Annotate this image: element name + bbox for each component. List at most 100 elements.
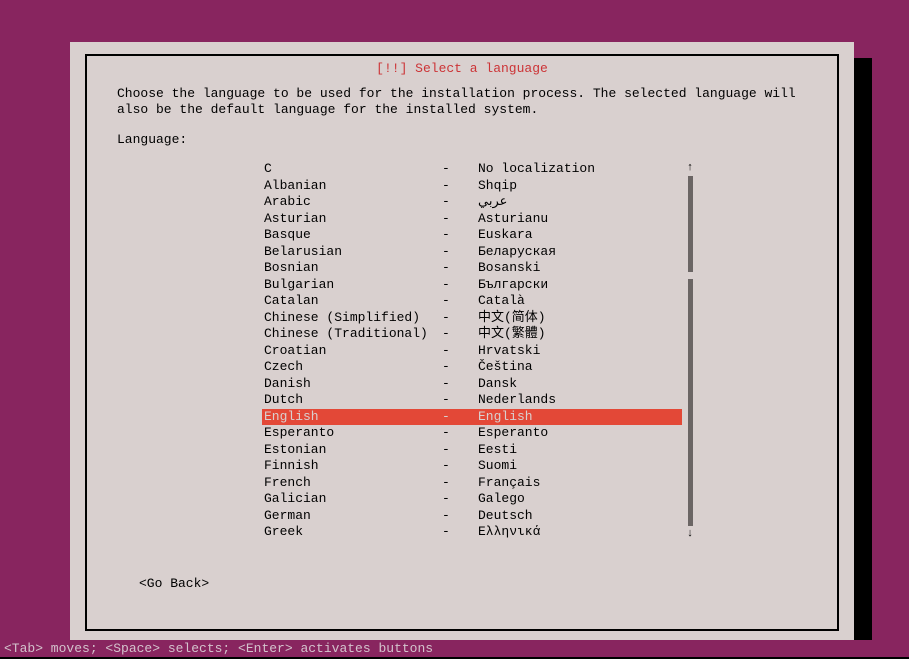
instruction-line: also be the default language for the ins…	[117, 102, 807, 118]
separator: -	[442, 475, 478, 492]
language-native: Galego	[478, 491, 682, 508]
language-name: English	[262, 409, 442, 426]
language-name: Chinese (Simplified)	[262, 310, 442, 327]
language-name: Catalan	[262, 293, 442, 310]
language-native: 中文(繁體)	[478, 326, 682, 343]
help-bar: <Tab> moves; <Space> selects; <Enter> ac…	[0, 640, 909, 657]
language-option[interactable]: Bosnian-Bosanski	[262, 260, 682, 277]
language-option[interactable]: Catalan-Català	[262, 293, 682, 310]
language-option[interactable]: Albanian-Shqip	[262, 178, 682, 195]
scroll-down-icon[interactable]: ↓	[687, 527, 694, 541]
language-name: German	[262, 508, 442, 525]
language-label: Language:	[117, 132, 807, 147]
separator: -	[442, 359, 478, 376]
language-name: Albanian	[262, 178, 442, 195]
language-name: Belarusian	[262, 244, 442, 261]
language-name: Asturian	[262, 211, 442, 228]
language-native: English	[478, 409, 682, 426]
language-native: Deutsch	[478, 508, 682, 525]
separator: -	[442, 376, 478, 393]
language-option[interactable]: Chinese (Traditional)-中文(繁體)	[262, 326, 682, 343]
separator: -	[442, 442, 478, 459]
language-option[interactable]: Arabic-عربي	[262, 194, 682, 211]
language-name: Croatian	[262, 343, 442, 360]
language-name: Dutch	[262, 392, 442, 409]
separator: -	[442, 524, 478, 541]
language-native: Български	[478, 277, 682, 294]
instruction-text: Choose the language to be used for the i…	[117, 86, 807, 117]
language-option[interactable]: Czech-Čeština	[262, 359, 682, 376]
language-native: Dansk	[478, 376, 682, 393]
language-option[interactable]: Dutch-Nederlands	[262, 392, 682, 409]
language-option[interactable]: Basque-Euskara	[262, 227, 682, 244]
separator: -	[442, 425, 478, 442]
scrollbar-track[interactable]	[688, 176, 693, 526]
language-option[interactable]: Croatian-Hrvatski	[262, 343, 682, 360]
language-native: Eesti	[478, 442, 682, 459]
language-native: Català	[478, 293, 682, 310]
language-option[interactable]: Chinese (Simplified)-中文(简体)	[262, 310, 682, 327]
language-name: Esperanto	[262, 425, 442, 442]
language-native: Hrvatski	[478, 343, 682, 360]
separator: -	[442, 409, 478, 426]
language-name: Finnish	[262, 458, 442, 475]
dialog-border: [!!] Select a language Choose the langua…	[85, 54, 839, 631]
language-option[interactable]: Estonian-Eesti	[262, 442, 682, 459]
language-name: Chinese (Traditional)	[262, 326, 442, 343]
dialog-box: [!!] Select a language Choose the langua…	[70, 42, 854, 643]
scrollbar-thumb[interactable]	[688, 272, 693, 279]
separator: -	[442, 491, 478, 508]
language-option[interactable]: German-Deutsch	[262, 508, 682, 525]
separator: -	[442, 343, 478, 360]
language-name: French	[262, 475, 442, 492]
separator: -	[442, 458, 478, 475]
instruction-line: Choose the language to be used for the i…	[117, 86, 807, 102]
language-name: Greek	[262, 524, 442, 541]
language-native: Shqip	[478, 178, 682, 195]
language-name: Basque	[262, 227, 442, 244]
dialog-title: [!!] Select a language	[368, 61, 556, 76]
language-name: Bulgarian	[262, 277, 442, 294]
separator: -	[442, 508, 478, 525]
language-option[interactable]: Bulgarian-Български	[262, 277, 682, 294]
language-name: C	[262, 161, 442, 178]
language-name: Danish	[262, 376, 442, 393]
separator: -	[442, 161, 478, 178]
language-native: Euskara	[478, 227, 682, 244]
language-native: Suomi	[478, 458, 682, 475]
separator: -	[442, 310, 478, 327]
language-native: Asturianu	[478, 211, 682, 228]
language-native: No localization	[478, 161, 682, 178]
scroll-up-icon[interactable]: ↑	[687, 161, 694, 175]
language-option[interactable]: Belarusian-Беларуская	[262, 244, 682, 261]
go-back-button[interactable]: <Go Back>	[139, 576, 209, 591]
language-native: Esperanto	[478, 425, 682, 442]
language-option[interactable]: Asturian-Asturianu	[262, 211, 682, 228]
language-option[interactable]: French-Français	[262, 475, 682, 492]
separator: -	[442, 326, 478, 343]
language-option[interactable]: Esperanto-Esperanto	[262, 425, 682, 442]
language-list[interactable]: C-No localizationAlbanian-ShqipArabic-عر…	[262, 161, 682, 541]
language-option[interactable]: Danish-Dansk	[262, 376, 682, 393]
language-native: Bosanski	[478, 260, 682, 277]
language-name: Estonian	[262, 442, 442, 459]
language-name: Bosnian	[262, 260, 442, 277]
language-native: Ελληνικά	[478, 524, 682, 541]
separator: -	[442, 277, 478, 294]
language-native: Беларуская	[478, 244, 682, 261]
language-native: Čeština	[478, 359, 682, 376]
separator: -	[442, 227, 478, 244]
language-option[interactable]: C-No localization	[262, 161, 682, 178]
language-native: عربي	[478, 194, 682, 211]
separator: -	[442, 178, 478, 195]
separator: -	[442, 194, 478, 211]
separator: -	[442, 244, 478, 261]
language-option[interactable]: Greek-Ελληνικά	[262, 524, 682, 541]
scrollbar[interactable]: ↑ ↓	[686, 161, 694, 541]
language-option[interactable]: Finnish-Suomi	[262, 458, 682, 475]
language-native: Nederlands	[478, 392, 682, 409]
language-option[interactable]: English-English	[262, 409, 682, 426]
separator: -	[442, 392, 478, 409]
language-name: Galician	[262, 491, 442, 508]
language-option[interactable]: Galician-Galego	[262, 491, 682, 508]
